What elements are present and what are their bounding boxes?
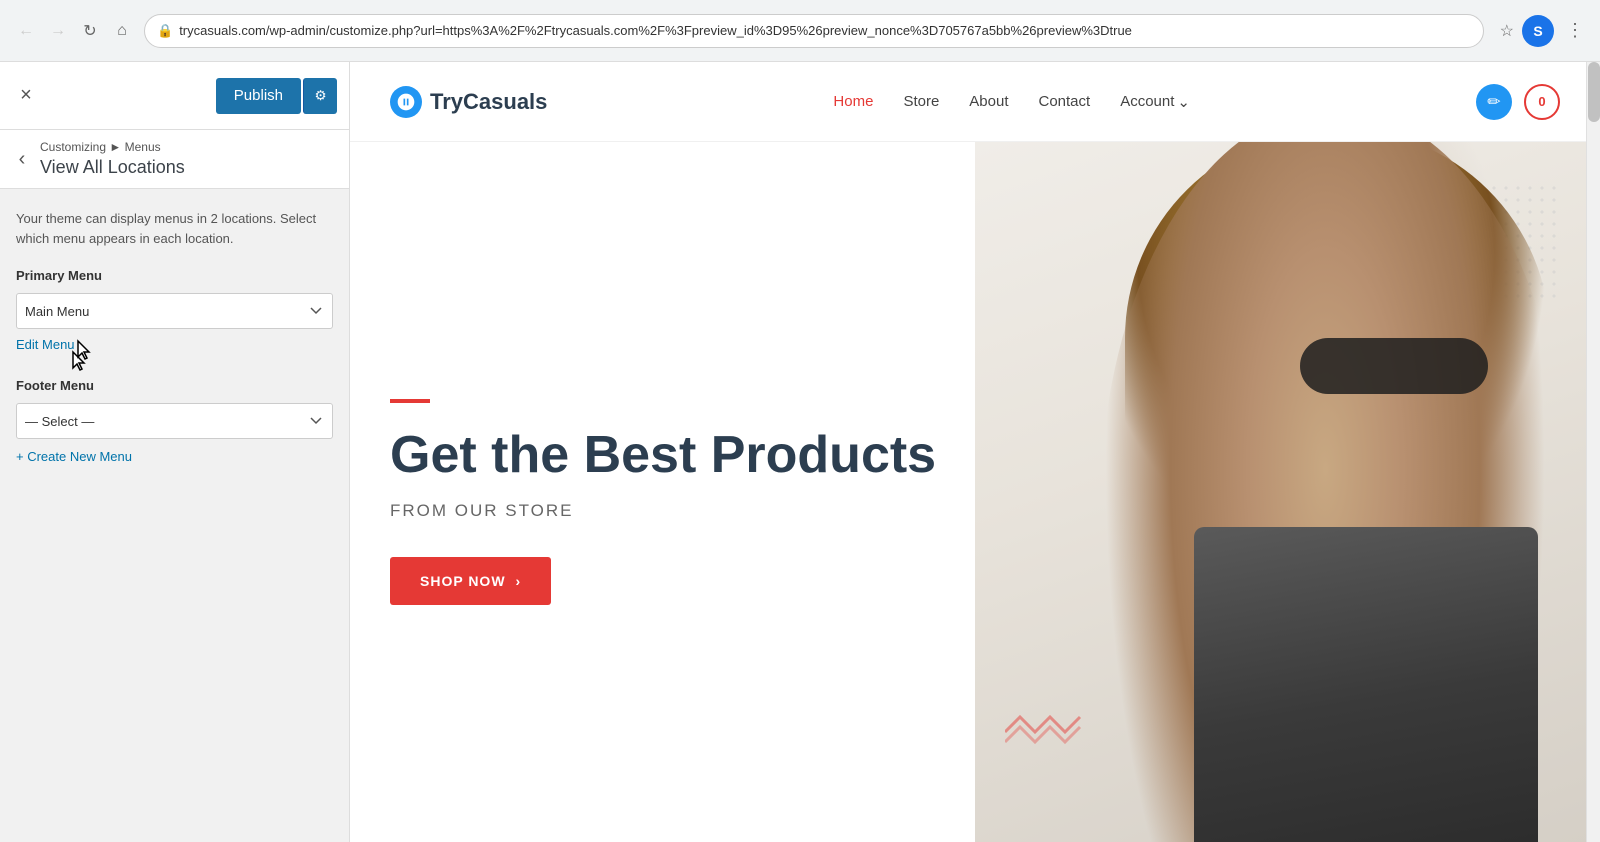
primary-menu-label: Primary Menu	[16, 268, 333, 283]
url-text: trycasuals.com/wp-admin/customize.php?ur…	[179, 23, 1470, 38]
browser-chrome: ← → ↻ ⌂ 🔒 trycasuals.com/wp-admin/custom…	[0, 0, 1600, 62]
decorative-zigzag	[1005, 712, 1085, 762]
sidebar-description: Your theme can display menus in 2 locati…	[16, 209, 333, 248]
breadcrumb-separator: ►	[109, 140, 124, 154]
site-nav: Home Store About Contact Account ⌄	[833, 93, 1190, 111]
back-chevron-icon: ‹	[19, 148, 26, 171]
breadcrumb-back-button[interactable]: ‹	[8, 145, 36, 173]
forward-button[interactable]: →	[44, 17, 72, 45]
primary-menu-select[interactable]: Main Menu Footer Menu	[16, 293, 333, 329]
nav-item-about[interactable]: About	[969, 93, 1008, 110]
sunglasses	[1300, 338, 1488, 394]
edit-pencil-button[interactable]: ✏	[1476, 84, 1512, 120]
publish-settings-button[interactable]: ⚙	[303, 78, 337, 114]
primary-menu-section: Primary Menu Main Menu Footer Menu Edit …	[16, 268, 333, 354]
nav-item-home[interactable]: Home	[833, 93, 873, 110]
shop-now-label: SHOP NOW	[420, 573, 506, 589]
hero-section: Get the Best Products FROM OUR STORE SHO…	[350, 142, 1600, 842]
sidebar-content: Your theme can display menus in 2 locati…	[0, 189, 349, 486]
back-button[interactable]: ←	[12, 17, 40, 45]
preview-area: TryCasuals Home Store About Contact Acco…	[350, 62, 1600, 842]
breadcrumb-current: Menus	[125, 140, 161, 154]
gear-icon: ⚙	[315, 88, 327, 104]
nav-actions: ✏ 0	[1476, 84, 1560, 120]
hero-image-area	[975, 142, 1600, 842]
home-button[interactable]: ⌂	[108, 17, 136, 45]
nav-account-label: Account	[1120, 93, 1174, 110]
breadcrumb-parent: Customizing	[40, 140, 106, 154]
site-logo-text: TryCasuals	[430, 89, 547, 115]
breadcrumb-path: Customizing ► Menus	[40, 140, 337, 154]
main-layout: × Publish ⚙ ‹ Customizing ► Menus View A…	[0, 62, 1600, 842]
reload-button[interactable]: ↻	[76, 17, 104, 45]
photo-shirt	[1194, 527, 1538, 842]
mouse-cursor	[76, 339, 96, 368]
browser-nav-buttons: ← → ↻ ⌂	[12, 17, 136, 45]
scrollbar-thumb[interactable]	[1588, 62, 1600, 122]
hero-accent-line	[390, 399, 430, 403]
breadcrumb-area: ‹ Customizing ► Menus View All Locations	[0, 130, 349, 189]
address-bar[interactable]: 🔒 trycasuals.com/wp-admin/customize.php?…	[144, 14, 1484, 48]
nav-item-account[interactable]: Account ⌄	[1120, 93, 1190, 111]
publish-label: Publish	[234, 87, 283, 104]
account-chevron-icon: ⌄	[1177, 93, 1190, 111]
publish-button[interactable]: Publish	[216, 78, 301, 114]
edit-menu-link[interactable]: Edit Menu	[16, 337, 75, 352]
hero-subtitle: FROM OUR STORE	[390, 501, 998, 521]
shop-now-button[interactable]: SHOP NOW ›	[390, 557, 551, 605]
footer-menu-section: Footer Menu — Select — Main Menu Footer …	[16, 378, 333, 466]
cart-button[interactable]: 0	[1524, 84, 1560, 120]
scrollbar-track[interactable]	[1586, 62, 1600, 842]
publish-action-group: Publish ⚙	[216, 78, 337, 114]
hero-title: Get the Best Products	[390, 427, 998, 484]
create-new-menu-link[interactable]: + Create New Menu	[16, 449, 132, 464]
logo-icon	[390, 86, 422, 118]
customizer-sidebar: × Publish ⚙ ‹ Customizing ► Menus View A…	[0, 62, 350, 842]
cart-count: 0	[1538, 94, 1545, 109]
footer-menu-select[interactable]: — Select — Main Menu Footer Menu	[16, 403, 333, 439]
footer-menu-label: Footer Menu	[16, 378, 333, 393]
hero-content: Get the Best Products FROM OUR STORE SHO…	[350, 142, 1038, 842]
nav-item-contact[interactable]: Contact	[1039, 93, 1091, 110]
nav-item-store[interactable]: Store	[903, 93, 939, 110]
site-header: TryCasuals Home Store About Contact Acco…	[350, 62, 1600, 142]
bookmark-icon[interactable]: ☆	[1500, 21, 1514, 41]
shop-now-arrow-icon: ›	[516, 573, 522, 589]
browser-menu-icon[interactable]: ⋮	[1562, 16, 1588, 45]
browser-profile[interactable]: S	[1522, 15, 1554, 47]
sidebar-header: × Publish ⚙	[0, 62, 349, 130]
close-button[interactable]: ×	[12, 82, 40, 110]
breadcrumb-title: View All Locations	[40, 157, 337, 178]
lock-icon: 🔒	[157, 23, 173, 39]
site-logo: TryCasuals	[390, 86, 547, 118]
